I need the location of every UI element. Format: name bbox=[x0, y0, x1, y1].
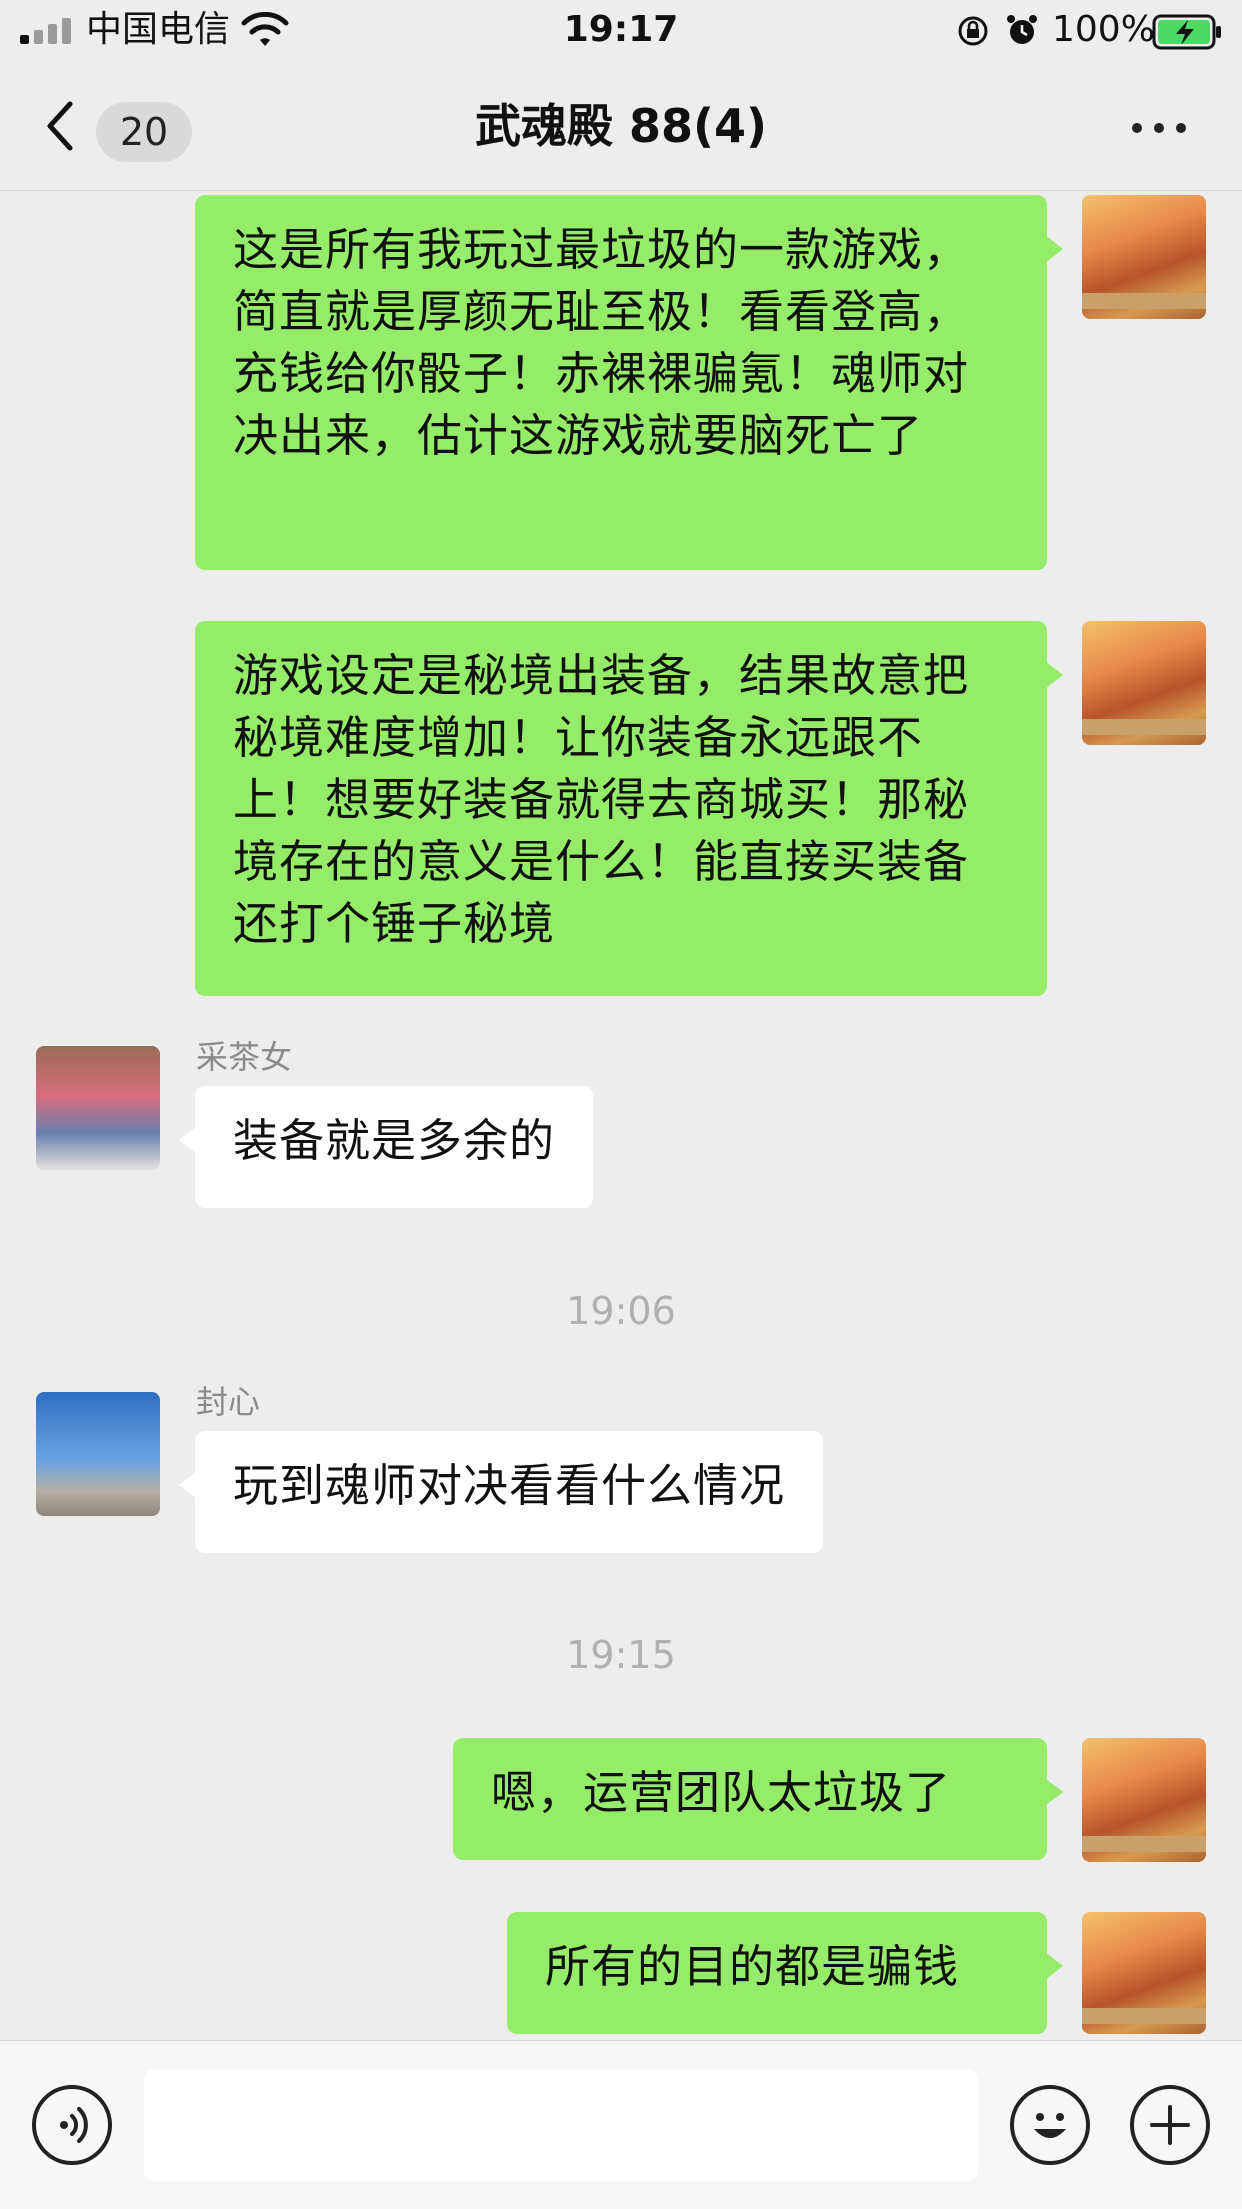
input-bar bbox=[0, 2040, 1242, 2209]
battery-percent: 100% bbox=[1052, 9, 1155, 50]
message-text: 玩到魂师对决看看什么情况 bbox=[233, 1459, 786, 1512]
alarm-icon bbox=[1007, 15, 1037, 44]
emoji-icon[interactable] bbox=[1010, 2085, 1090, 2165]
message-bubble-outgoing[interactable]: 这是所有我玩过最垃圾的一款游戏，简直就是厚颜无耻至极！看看登高，充钱给你骰子！赤… bbox=[195, 195, 1063, 570]
voice-icon[interactable] bbox=[32, 2085, 112, 2165]
chat-header: 20 武魂殿 88(4) bbox=[0, 62, 1242, 191]
more-dots-icon[interactable] bbox=[1120, 112, 1200, 142]
avatar-self[interactable] bbox=[1082, 195, 1206, 319]
message-text: 这是所有我玩过最垃圾的一款游戏，简直就是厚颜无耻至极！看看登高，充钱给你骰子！赤… bbox=[233, 223, 970, 462]
message-bubble-incoming[interactable]: 玩到魂师对决看看什么情况 bbox=[178, 1431, 824, 1553]
timestamp: 19:15 bbox=[566, 1633, 676, 1677]
sender-name: 采茶女 bbox=[196, 1038, 293, 1076]
message-text: 所有的目的都是骗钱 bbox=[545, 1940, 960, 1993]
message-input[interactable] bbox=[144, 2069, 978, 2181]
avatar-self[interactable] bbox=[1082, 621, 1206, 745]
battery-charging-icon bbox=[1152, 14, 1221, 50]
message-bubble-outgoing[interactable]: 游戏设定是秘境出装备，结果故意把秘境难度增加！让你装备永远跟不上！想要好装备就得… bbox=[195, 621, 1063, 996]
message-text: 装备就是多余的 bbox=[233, 1114, 556, 1167]
status-bar: 中国电信 19:17 100% bbox=[0, 0, 1242, 62]
chat-title: 武魂殿 88(4) bbox=[474, 99, 768, 153]
avatar-self[interactable] bbox=[1082, 1738, 1206, 1862]
avatar-self[interactable] bbox=[1082, 1912, 1206, 2034]
message-text: 游戏设定是秘境出装备，结果故意把秘境难度增加！让你装备永远跟不上！想要好装备就得… bbox=[233, 649, 970, 950]
avatar-caichanv[interactable] bbox=[36, 1046, 160, 1170]
orientation-lock-icon bbox=[958, 16, 988, 46]
plus-icon[interactable] bbox=[1130, 2085, 1210, 2165]
message-text: 嗯，运营团队太垃圾了 bbox=[491, 1766, 952, 1819]
message-bubble-outgoing[interactable]: 嗯，运营团队太垃圾了 bbox=[453, 1738, 1063, 1860]
sender-name: 封心 bbox=[196, 1383, 261, 1421]
message-bubble-outgoing[interactable]: 所有的目的都是骗钱 bbox=[507, 1912, 1063, 2034]
message-bubble-incoming[interactable]: 装备就是多余的 bbox=[178, 1086, 594, 1208]
avatar-fengxin[interactable] bbox=[36, 1392, 160, 1516]
timestamp: 19:06 bbox=[566, 1289, 676, 1333]
